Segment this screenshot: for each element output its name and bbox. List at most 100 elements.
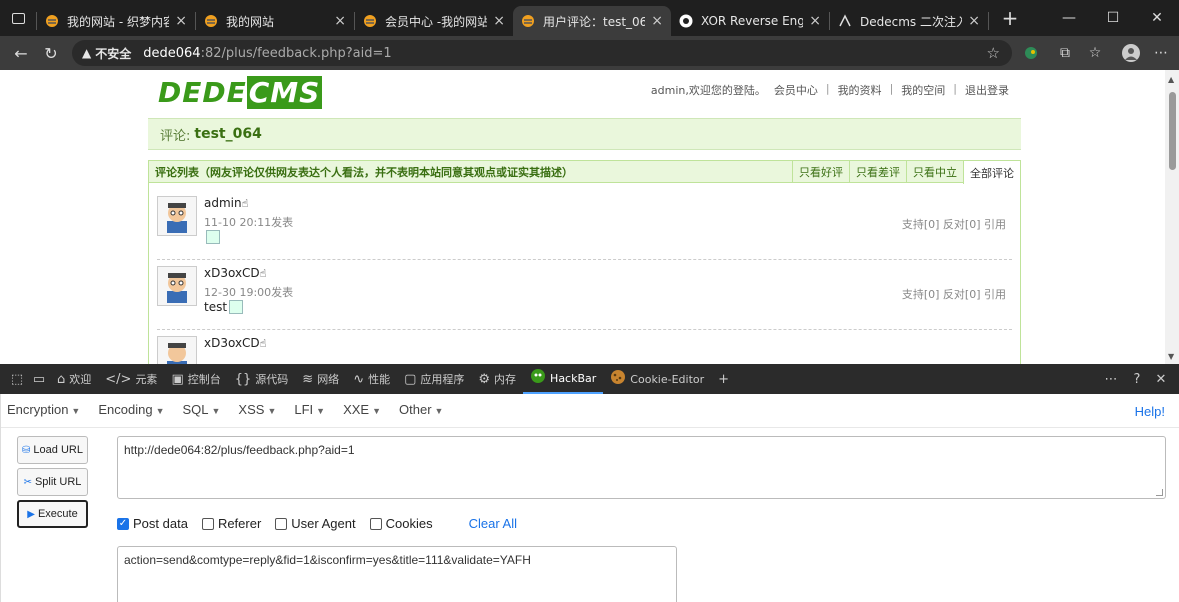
menu-encryption[interactable]: Encryption ▼ bbox=[7, 402, 80, 417]
tab-label: 控制台 bbox=[187, 373, 221, 386]
execute-button[interactable]: ▶ Execute bbox=[17, 500, 88, 528]
help-link[interactable]: Help! bbox=[1135, 404, 1165, 419]
more-options-icon[interactable]: ⋯ bbox=[1100, 364, 1122, 394]
extensions-icon[interactable]: ⧉ bbox=[1050, 36, 1080, 70]
nav-link-space[interactable]: 我的空间 bbox=[901, 82, 945, 98]
browser-tab[interactable]: 会员中心 -我的网站 × bbox=[355, 6, 513, 36]
filter-bad[interactable]: 只看差评 bbox=[849, 161, 906, 183]
comment-author[interactable]: xD3oxCD☝ bbox=[204, 336, 266, 350]
checkbox-icon bbox=[275, 517, 288, 530]
maximize-button[interactable]: ☐ bbox=[1091, 0, 1135, 36]
menu-xxe[interactable]: XXE ▼ bbox=[343, 402, 381, 417]
inspect-icon[interactable]: ⬚ bbox=[6, 364, 28, 394]
devtools-tab-sources[interactable]: {} 源代码 bbox=[228, 364, 296, 394]
device-emulation-icon[interactable]: ▭ bbox=[28, 364, 50, 394]
devtools-tab-performance[interactable]: ∿ 性能 bbox=[346, 364, 397, 394]
menu-sql[interactable]: SQL ▼ bbox=[182, 402, 220, 417]
favorites-icon[interactable]: ☆ bbox=[1080, 36, 1110, 70]
menu-lfi[interactable]: LFI ▼ bbox=[294, 402, 325, 417]
nav-link-profile[interactable]: 我的资料 bbox=[838, 82, 882, 98]
greeting-text: admin,欢迎您的登陆。 bbox=[650, 84, 766, 97]
logo-text: DEDE bbox=[158, 76, 247, 109]
tab-title: 我的网站 bbox=[226, 14, 275, 29]
tab-label: 网络 bbox=[317, 373, 340, 386]
nav-link-logout[interactable]: 退出登录 bbox=[965, 82, 1009, 98]
close-icon[interactable]: × bbox=[493, 13, 505, 29]
window-close-button[interactable]: ✕ bbox=[1135, 0, 1179, 36]
load-url-button[interactable]: ⛁ Load URL bbox=[17, 436, 88, 464]
comment-author[interactable]: admin☝ bbox=[204, 196, 248, 210]
extension-icon[interactable] bbox=[1016, 36, 1046, 70]
play-icon: ▶ bbox=[27, 508, 35, 520]
comment-actions[interactable]: 支持[0] 反对[0] 引用 bbox=[902, 216, 1006, 232]
scroll-down-icon[interactable]: ▼ bbox=[1168, 352, 1174, 361]
menu-xss[interactable]: XSS ▼ bbox=[238, 402, 276, 417]
hand-icon: ☝ bbox=[259, 267, 267, 280]
close-icon[interactable]: × bbox=[651, 13, 663, 29]
star-icon[interactable]: ☆ bbox=[987, 44, 1000, 62]
browser-tab[interactable]: Dedecms 二次注入漏 × bbox=[830, 6, 988, 36]
tab-actions-button[interactable] bbox=[0, 0, 36, 36]
devtools-tab-memory[interactable]: ⚙ 内存 bbox=[471, 364, 523, 394]
referer-checkbox[interactable]: Referer bbox=[201, 516, 261, 531]
close-icon[interactable]: × bbox=[175, 13, 187, 29]
devtools-tab-cookie-editor[interactable]: Cookie-Editor bbox=[603, 364, 711, 394]
tab-label: HackBar bbox=[550, 371, 597, 385]
url-textarea[interactable]: http://dede064:82/plus/feedback.php?aid=… bbox=[117, 436, 1166, 499]
devtools-tab-elements[interactable]: </> 元素 bbox=[98, 364, 164, 394]
browser-toolbar: ← ↻ ▲ 不安全 dede064 :82/plus/feedback.php?… bbox=[0, 36, 1179, 70]
more-menu-icon[interactable]: ⋯ bbox=[1146, 36, 1176, 70]
help-icon[interactable]: ? bbox=[1126, 364, 1148, 394]
user-agent-checkbox[interactable]: User Agent bbox=[275, 516, 356, 531]
close-devtools-icon[interactable]: ✕ bbox=[1150, 364, 1172, 394]
post-data-checkbox[interactable]: ✓ Post data bbox=[117, 516, 188, 531]
browser-tab[interactable]: 我的网站 - 织梦内容管 × bbox=[37, 6, 195, 36]
scroll-up-icon[interactable]: ▲ bbox=[1168, 75, 1174, 84]
profile-avatar-icon[interactable] bbox=[1116, 36, 1146, 70]
tab-actions-icon bbox=[11, 12, 25, 24]
devtools-tab-hackbar[interactable]: HackBar bbox=[523, 364, 604, 394]
post-data-textarea[interactable]: action=send&comtype=reply&fid=1&isconfir… bbox=[117, 546, 677, 602]
tab-separator bbox=[988, 12, 989, 30]
close-icon[interactable]: × bbox=[334, 13, 346, 29]
back-button[interactable]: ← bbox=[6, 38, 36, 68]
filter-neutral[interactable]: 只看中立 bbox=[906, 161, 963, 183]
browser-tab[interactable]: 我的网站 × bbox=[196, 6, 354, 36]
tab-label: 应用程序 bbox=[420, 373, 465, 386]
comment-author[interactable]: xD3oxCD☝ bbox=[204, 266, 266, 280]
address-bar[interactable]: ▲ 不安全 dede064 :82/plus/feedback.php?aid=… bbox=[72, 40, 1012, 66]
dedecms-logo[interactable]: DEDECMS bbox=[158, 76, 323, 109]
browser-tab[interactable]: XOR Reverse Enginee × bbox=[671, 6, 829, 36]
scroll-thumb[interactable] bbox=[1169, 92, 1176, 170]
close-icon[interactable]: × bbox=[968, 13, 980, 29]
menu-other[interactable]: Other ▼ bbox=[399, 402, 443, 417]
minimize-button[interactable]: — bbox=[1047, 0, 1091, 36]
resize-handle[interactable] bbox=[1156, 489, 1163, 496]
menu-encoding[interactable]: Encoding ▼ bbox=[98, 402, 164, 417]
add-panel-button[interactable]: + bbox=[711, 364, 736, 394]
code-icon: </> bbox=[105, 371, 132, 387]
comment-time: 11-10 20:11发表 bbox=[204, 216, 294, 229]
new-tab-button[interactable]: + bbox=[995, 6, 1025, 30]
hackbar-icon bbox=[530, 368, 546, 388]
cookies-checkbox[interactable]: Cookies bbox=[369, 516, 433, 531]
filter-good[interactable]: 只看好评 bbox=[792, 161, 849, 183]
memory-icon: ⚙ bbox=[478, 371, 491, 387]
devtools-tab-application[interactable]: ▢ 应用程序 bbox=[397, 364, 471, 394]
split-url-button[interactable]: ✂ Split URL bbox=[17, 468, 88, 496]
comment-actions[interactable]: 支持[0] 反对[0] 引用 bbox=[902, 286, 1006, 302]
browser-tab-active[interactable]: 用户评论：test_064 × bbox=[513, 6, 671, 36]
devtools-tab-welcome[interactable]: ⌂ 欢迎 bbox=[50, 364, 98, 394]
comment-body bbox=[204, 230, 220, 244]
close-icon[interactable]: × bbox=[809, 13, 821, 29]
filter-all[interactable]: 全部评论 bbox=[963, 161, 1020, 184]
reload-button[interactable]: ↻ bbox=[36, 38, 66, 68]
comment-item: xD3oxCD☝ bbox=[157, 332, 1012, 364]
page-scrollbar[interactable]: ▲ ▼ bbox=[1165, 70, 1179, 364]
menu-label: Encryption bbox=[7, 402, 69, 417]
clear-all-link[interactable]: Clear All bbox=[469, 516, 517, 531]
devtools-tab-console[interactable]: ▣ 控制台 bbox=[164, 364, 227, 394]
devtools-tab-network[interactable]: ≋ 网络 bbox=[295, 364, 346, 394]
nav-link-member-center[interactable]: 会员中心 bbox=[774, 82, 818, 98]
caret-down-icon: ▼ bbox=[316, 406, 326, 416]
